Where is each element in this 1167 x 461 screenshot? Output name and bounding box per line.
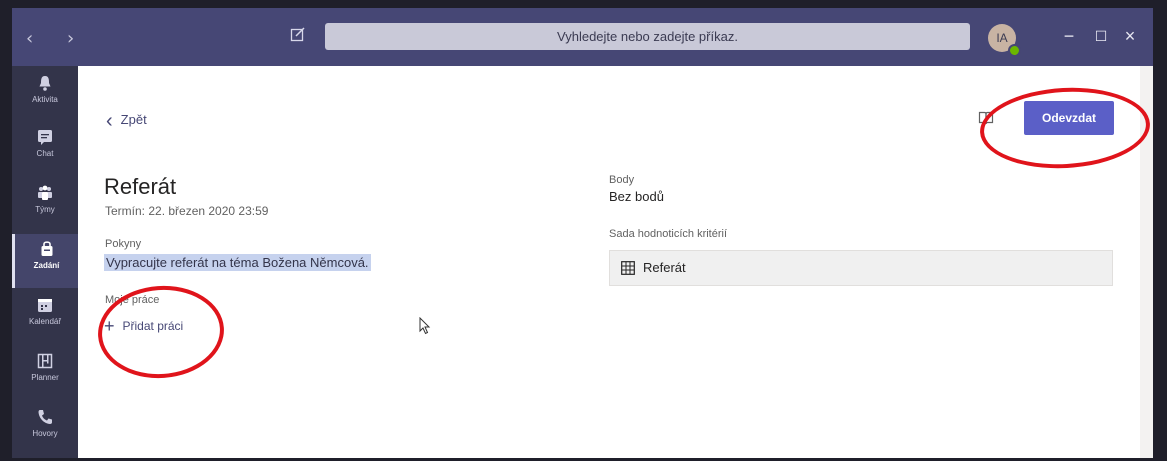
rail-item-chat[interactable]: Chat [12, 122, 78, 176]
rail-item-label: Týmy [35, 205, 55, 214]
back-arrow-icon[interactable]: ‹ [26, 28, 47, 49]
presence-available-icon [1008, 44, 1021, 57]
plus-icon: + [104, 316, 115, 336]
close-button[interactable]: × [1118, 26, 1142, 46]
rail-item-assignments[interactable]: Zadání [12, 234, 78, 288]
submit-button[interactable]: Odevzdat [1024, 101, 1114, 135]
rubric-label: Sada hodnoticích kritérií [609, 228, 728, 240]
rail-item-label: Zadání [33, 261, 60, 270]
rail-item-label: Hovory [32, 429, 58, 438]
rubric-item[interactable]: Referát [609, 250, 1113, 286]
app-bar: Aktivita Chat Týmy Zadání Kalendář Plann… [12, 66, 78, 458]
search-input[interactable]: Vyhledejte nebo zadejte příkaz. [325, 23, 970, 50]
chat-icon [38, 130, 52, 145]
due-date: Termín: 22. březen 2020 23:59 [105, 204, 269, 218]
phone-icon [38, 410, 52, 424]
chevron-left-icon: ‹ [106, 110, 113, 132]
immersive-reader-icon[interactable] [978, 110, 994, 126]
rail-item-label: Kalendář [28, 317, 62, 326]
add-work-label: Přidat práci [122, 319, 184, 333]
teams-icon [38, 185, 52, 200]
rail-item-activity[interactable]: Aktivita [12, 68, 78, 122]
rail-item-label: Planner [31, 373, 59, 382]
grid-icon [621, 261, 635, 275]
mouse-cursor-icon [419, 317, 431, 335]
rail-item-planner[interactable]: Planner [12, 346, 78, 400]
rail-item-calls[interactable]: Hovory [12, 402, 78, 456]
calendar-icon [38, 299, 52, 312]
teams-window: ‹ › Vyhledejte nebo zadejte příkaz. IA −… [12, 8, 1153, 458]
rail-item-label: Chat [36, 149, 54, 158]
compose-icon[interactable] [290, 26, 312, 46]
rail-item-calendar[interactable]: Kalendář [12, 290, 78, 344]
assignments-icon [41, 241, 52, 256]
forward-arrow-icon[interactable]: › [67, 28, 88, 49]
title-bar: ‹ › Vyhledejte nebo zadejte příkaz. IA −… [12, 8, 1153, 66]
instructions-label: Pokyny [105, 238, 142, 250]
minimize-button[interactable]: − [1057, 26, 1081, 46]
assignment-detail: ‹ Zpět Referát Termín: 22. březen 2020 23… [78, 66, 1140, 458]
rail-item-label: Aktivita [32, 95, 58, 104]
my-work-label: Moje práce [105, 294, 160, 306]
rubric-value: Referát [643, 260, 686, 275]
history-nav: ‹ › [26, 28, 88, 49]
planner-icon [37, 353, 53, 369]
maximize-button[interactable]: ☐ [1089, 26, 1113, 46]
add-work-button[interactable]: + Přidat práci [104, 316, 183, 337]
points-value: Bez bodů [609, 189, 664, 204]
bell-icon [39, 76, 51, 91]
assignment-title: Referát [104, 174, 177, 199]
rail-item-teams[interactable]: Týmy [12, 178, 78, 232]
points-label: Body [609, 174, 635, 186]
back-label: Zpět [120, 112, 147, 127]
instructions-text: Vypracujte referát na téma Božena Němcov… [104, 254, 371, 271]
back-link[interactable]: ‹ Zpět [106, 110, 147, 133]
